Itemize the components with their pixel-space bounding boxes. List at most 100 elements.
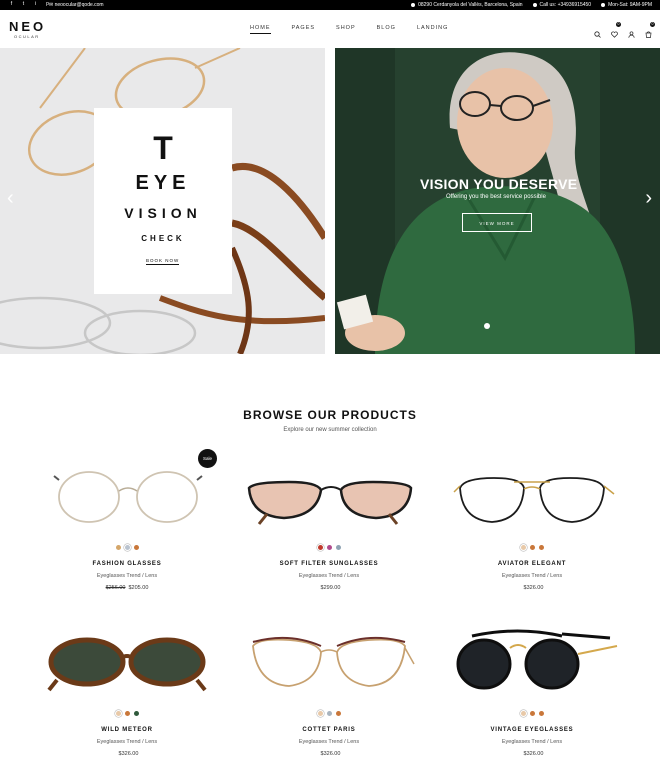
product-category: Eyeglasses Trend / Lens	[298, 739, 360, 745]
current-price: $326.00	[523, 585, 544, 591]
nav-landing[interactable]: LANDING	[417, 25, 448, 31]
product-name[interactable]: VINTAGE EYEGLASSES	[432, 727, 632, 733]
product-card[interactable]: AVIATOR ELEGANT Eyeglasses Trend / Lens …	[432, 458, 632, 591]
nav-pages[interactable]: PAGES	[292, 25, 316, 31]
eye-chart-card: T EYE VISION CHECK BOOK NOW	[94, 108, 232, 294]
section-subtitle: Explore our new summer collection	[283, 427, 377, 433]
product-price: $326.00	[432, 585, 632, 591]
product-image[interactable]	[27, 458, 227, 538]
slider-next-icon[interactable]: ›	[645, 188, 652, 208]
current-price: $326.00	[320, 751, 341, 757]
hero-subtitle: Offering you the best service possible	[446, 194, 546, 200]
product-image[interactable]	[229, 458, 429, 538]
hours-text: Mon-Sat: 9AM-9PM	[608, 2, 652, 8]
color-swatch[interactable]	[520, 545, 526, 550]
sale-badge: Sale	[198, 449, 217, 468]
color-swatch[interactable]	[115, 711, 121, 716]
user-icon[interactable]	[628, 25, 635, 38]
nav-shop[interactable]: SHOP	[336, 25, 356, 31]
product-category: Eyeglasses Trend / Lens	[501, 739, 563, 745]
social-links: f t i p	[9, 2, 50, 7]
eye-chart-line-4: CHECK	[141, 234, 185, 243]
current-price: $299.00	[320, 585, 341, 591]
location-icon	[411, 3, 416, 7]
hero-title: VISION YOU DESERVE	[420, 176, 578, 192]
product-image[interactable]	[432, 458, 632, 538]
product-category: Eyeglasses Trend / Lens	[96, 739, 158, 745]
eye-chart-line-3: VISION	[124, 205, 202, 221]
book-now-button[interactable]: BOOK NOW	[146, 258, 180, 265]
color-swatch[interactable]	[529, 545, 535, 550]
color-swatch[interactable]	[326, 545, 332, 550]
hero-left-banner[interactable]: T EYE VISION CHECK BOOK NOW ‹	[0, 48, 325, 354]
product-card[interactable]: VINTAGE EYEGLASSES Eyeglasses Trend / Le…	[432, 624, 632, 757]
clock-icon	[601, 3, 606, 7]
twitter-icon[interactable]: t	[21, 2, 26, 7]
color-swatch[interactable]	[326, 711, 332, 716]
woman-with-glasses-image	[335, 48, 660, 354]
product-name[interactable]: COTTET PARIS	[229, 727, 429, 733]
address-text: 08290 Cerdanyola del Vallès, Barcelona, …	[418, 2, 523, 8]
product-category: Eyeglasses Trend / Lens	[298, 573, 360, 579]
section-title: BROWSE OUR PRODUCTS	[243, 408, 417, 422]
header-icons: 0 0	[594, 22, 655, 38]
main-nav: HOME PAGES SHOP BLOG LANDING	[250, 25, 448, 34]
current-price: $205.00	[128, 585, 149, 591]
color-swatch[interactable]	[133, 711, 139, 716]
color-swatch[interactable]	[335, 545, 341, 550]
color-swatch[interactable]	[529, 711, 535, 716]
old-price: $256.00	[105, 585, 126, 591]
color-swatches	[432, 545, 632, 550]
phone-item[interactable]: Call us: +34936915450	[532, 2, 592, 8]
email-text[interactable]: neoocular@qode.com	[55, 2, 104, 8]
instagram-icon[interactable]: i	[33, 2, 38, 7]
current-price: $326.00	[523, 751, 544, 757]
color-swatch[interactable]	[520, 711, 526, 716]
product-card[interactable]: WILD METEOR Eyeglasses Trend / Lens $326…	[27, 624, 227, 757]
color-swatch[interactable]	[124, 711, 130, 716]
color-swatches	[27, 711, 227, 716]
nav-blog[interactable]: BLOG	[377, 25, 396, 31]
color-swatch[interactable]	[538, 711, 544, 716]
product-image[interactable]	[432, 624, 632, 704]
product-card[interactable]: COTTET PARIS Eyeglasses Trend / Lens $32…	[229, 624, 429, 757]
product-name[interactable]: AVIATOR ELEGANT	[432, 561, 632, 567]
logo[interactable]: NEO OCULAR	[9, 20, 46, 39]
color-swatch[interactable]	[133, 545, 139, 550]
view-more-button[interactable]: VIEW MORE	[462, 213, 532, 232]
cart-count: 0	[650, 22, 655, 27]
color-swatch[interactable]	[317, 545, 323, 550]
product-price: $326.00	[432, 751, 632, 757]
address-item: 08290 Cerdanyola del Vallès, Barcelona, …	[411, 2, 523, 8]
color-swatch[interactable]	[115, 545, 121, 550]
product-image[interactable]	[229, 624, 429, 704]
product-name[interactable]: FASHION GLASSES	[27, 561, 227, 567]
product-image[interactable]	[27, 624, 227, 704]
color-swatches	[432, 711, 632, 716]
hero-right-banner[interactable]: VISION YOU DESERVE Offering you the best…	[335, 48, 660, 354]
search-icon[interactable]	[594, 25, 601, 38]
facebook-icon[interactable]: f	[9, 2, 14, 7]
hours-item: Mon-Sat: 9AM-9PM	[601, 2, 652, 8]
color-swatches	[229, 545, 429, 550]
main-header: NEO OCULAR HOME PAGES SHOP BLOG LANDING …	[0, 10, 660, 48]
color-swatches	[27, 545, 227, 550]
color-swatch[interactable]	[538, 545, 544, 550]
product-card[interactable]: SOFT FILTER SUNGLASSES Eyeglasses Trend …	[229, 458, 429, 591]
cart-icon[interactable]: 0	[645, 22, 655, 38]
product-name[interactable]: SOFT FILTER SUNGLASSES	[229, 561, 429, 567]
slider-prev-icon[interactable]: ‹	[7, 188, 14, 208]
color-swatch[interactable]	[317, 711, 323, 716]
logo-main[interactable]: NEO	[9, 20, 46, 33]
top-bar: f t i p ✉ neoocular@qode.com 08290 Cerda…	[0, 0, 660, 10]
wishlist-count: 0	[616, 22, 621, 27]
email-link[interactable]: ✉ neoocular@qode.com	[49, 2, 104, 8]
color-swatch[interactable]	[124, 545, 130, 550]
phone-text[interactable]: Call us: +34936915450	[540, 2, 592, 8]
product-price: $326.00	[27, 751, 227, 757]
color-swatch[interactable]	[335, 711, 341, 716]
product-name[interactable]: WILD METEOR	[27, 727, 227, 733]
nav-home[interactable]: HOME	[250, 25, 271, 34]
wishlist-icon[interactable]: 0	[611, 22, 621, 38]
product-card[interactable]: FASHION GLASSES Eyeglasses Trend / Lens …	[27, 458, 227, 591]
